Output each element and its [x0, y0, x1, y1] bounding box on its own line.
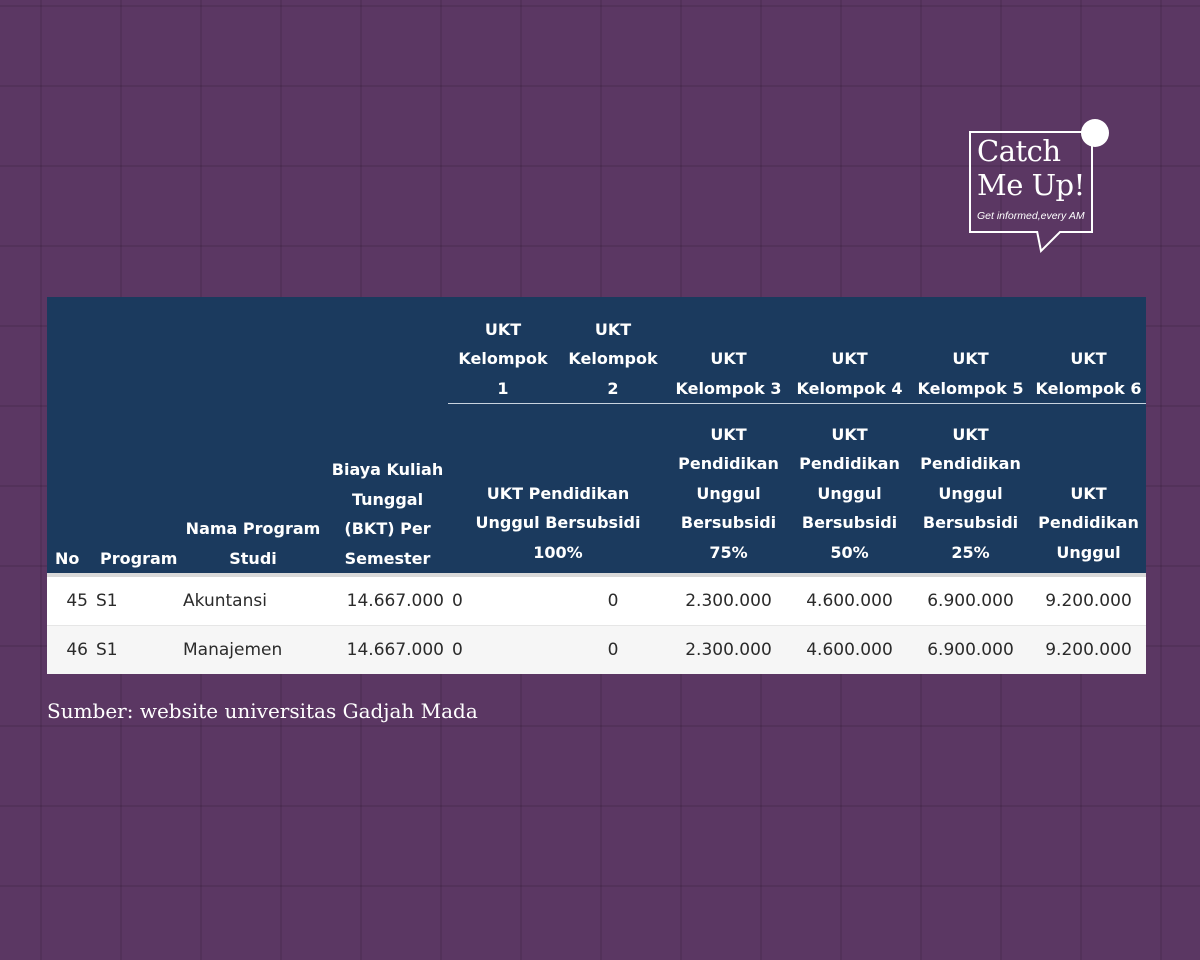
- cell-ukt-kelompok-3: 2.300.000: [668, 625, 789, 674]
- header-nama-program-studi: Nama Program Studi: [179, 297, 327, 573]
- cell-ukt-kelompok-4: 4.600.000: [789, 577, 910, 626]
- header-sub-bersubsidi-25: UKT Pendidikan Unggul Bersubsidi 25%: [910, 403, 1031, 573]
- cell-ukt-kelompok-3: 2.300.000: [668, 577, 789, 626]
- logo-title-line2: Me Up!: [977, 168, 1085, 202]
- cell-ukt-kelompok-1: 0: [448, 577, 558, 626]
- logo-title-line1: Catch: [977, 134, 1061, 168]
- cell-nama-program-studi: Akuntansi: [179, 577, 327, 626]
- ukt-table: No Program Nama Program Studi Biaya Kuli…: [47, 297, 1146, 674]
- header-ukt-kelompok-1: UKT Kelompok 1: [448, 297, 558, 404]
- cell-ukt-kelompok-5: 6.900.000: [910, 625, 1031, 674]
- header-sub-bersubsidi-75: UKT Pendidikan Unggul Bersubsidi 75%: [668, 403, 789, 573]
- cell-ukt-kelompok-6: 9.200.000: [1031, 625, 1146, 674]
- cell-nama-program-studi: Manajemen: [179, 625, 327, 674]
- header-bkt: Biaya Kuliah Tunggal (BKT) Per Semester: [327, 297, 448, 573]
- table-row: 45 S1 Akuntansi 14.667.000 0 0 2.300.000…: [47, 577, 1146, 626]
- cell-ukt-kelompok-6: 9.200.000: [1031, 577, 1146, 626]
- logo-dot-icon: [1081, 119, 1109, 147]
- cell-bkt: 14.667.000: [327, 577, 448, 626]
- catch-me-up-logo: Catch Me Up! Get informed,every AM: [969, 119, 1111, 253]
- header-sub-pendidikan-unggul: UKT Pendidikan Unggul: [1031, 403, 1146, 573]
- cell-ukt-kelompok-2: 0: [558, 625, 668, 674]
- ukt-table-container: No Program Nama Program Studi Biaya Kuli…: [47, 297, 1146, 674]
- logo-bubble-tail: [1036, 231, 1062, 253]
- cell-ukt-kelompok-5: 6.900.000: [910, 577, 1031, 626]
- cell-bkt: 14.667.000: [327, 625, 448, 674]
- header-ukt-kelompok-5: UKT Kelompok 5: [910, 297, 1031, 404]
- cell-ukt-kelompok-1: 0: [448, 625, 558, 674]
- header-ukt-kelompok-4: UKT Kelompok 4: [789, 297, 910, 404]
- source-caption: Sumber: website universitas Gadjah Mada: [47, 699, 478, 723]
- header-program: Program: [92, 297, 179, 573]
- cell-program: S1: [92, 577, 179, 626]
- header-ukt-kelompok-2: UKT Kelompok 2: [558, 297, 668, 404]
- cell-program: S1: [92, 625, 179, 674]
- table-row: 46 S1 Manajemen 14.667.000 0 0 2.300.000…: [47, 625, 1146, 674]
- cell-no: 45: [47, 577, 92, 626]
- logo-tagline: Get informed,every AM: [977, 210, 1085, 222]
- cell-no: 46: [47, 625, 92, 674]
- header-sub-bersubsidi-100: UKT Pendidikan Unggul Bersubsidi 100%: [448, 403, 668, 573]
- cell-ukt-kelompok-4: 4.600.000: [789, 625, 910, 674]
- header-no: No: [47, 297, 92, 573]
- header-ukt-kelompok-3: UKT Kelompok 3: [668, 297, 789, 404]
- header-ukt-kelompok-6: UKT Kelompok 6: [1031, 297, 1146, 404]
- cell-ukt-kelompok-2: 0: [558, 577, 668, 626]
- header-sub-bersubsidi-50: UKT Pendidikan Unggul Bersubsidi 50%: [789, 403, 910, 573]
